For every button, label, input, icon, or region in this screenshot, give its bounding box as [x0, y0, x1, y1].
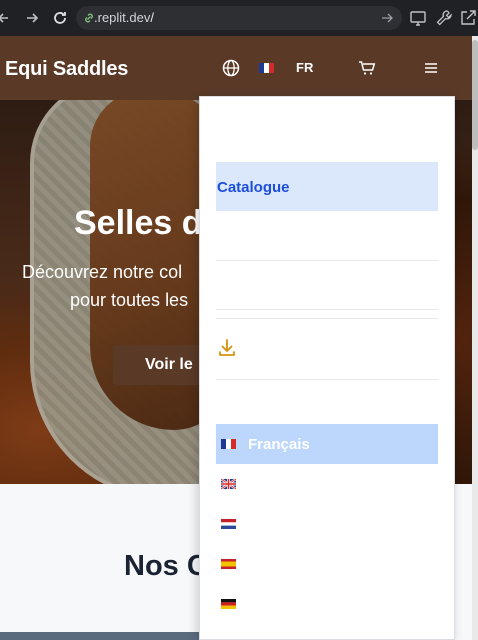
menu-divider	[216, 260, 438, 261]
hero-cta-label: Voir le	[145, 356, 193, 373]
hero-title: Selles d	[74, 204, 203, 242]
forward-icon[interactable]	[22, 8, 42, 28]
hero-subtitle-line1: Découvrez notre col	[22, 262, 183, 282]
wrench-icon[interactable]	[434, 8, 454, 28]
menu-item-catalogue[interactable]: Catalogue	[216, 162, 438, 211]
url-path: /	[150, 10, 154, 25]
flag-de-icon	[221, 599, 236, 609]
back-icon[interactable]	[0, 8, 14, 28]
menu-divider	[216, 379, 438, 380]
brand-logo[interactable]: Equi Saddles	[5, 58, 128, 81]
address-bar[interactable]: .replit.dev/	[76, 6, 402, 30]
section-title: Nos C	[124, 550, 208, 582]
site-header: Equi Saddles FR	[0, 36, 472, 100]
url-domain: .replit.dev	[94, 10, 151, 25]
menu-divider	[216, 318, 438, 319]
cast-icon[interactable]	[408, 8, 428, 28]
language-option-label: Français	[248, 436, 310, 453]
go-arrow-icon[interactable]	[380, 9, 394, 30]
hamburger-icon[interactable]	[421, 58, 441, 78]
reload-icon[interactable]	[50, 8, 70, 28]
page-scrollbar[interactable]	[472, 36, 478, 640]
language-option-fr[interactable]: Français	[216, 424, 438, 464]
language-code[interactable]: FR	[296, 60, 313, 75]
cart-icon[interactable]	[357, 58, 377, 78]
language-option-gb[interactable]	[216, 464, 438, 504]
download-icon[interactable]	[216, 337, 238, 359]
language-option-es[interactable]	[216, 544, 438, 584]
scrollbar-thumb[interactable]	[472, 40, 478, 150]
flag-fr-icon[interactable]	[259, 63, 274, 73]
url-text: .replit.dev/	[94, 10, 154, 25]
flag-gb-icon	[221, 479, 236, 489]
language-option-de[interactable]	[216, 584, 438, 624]
menu-item-catalogue-label: Catalogue	[217, 179, 290, 196]
nav-dropdown-menu: Catalogue Français	[199, 96, 455, 640]
external-link-icon[interactable]	[458, 8, 478, 28]
flag-nl-icon	[221, 519, 236, 529]
hero-subtitle-line2: pour toutes les	[70, 290, 189, 310]
flag-fr-icon	[221, 439, 236, 449]
browser-toolbar: .replit.dev/	[0, 0, 478, 36]
globe-icon[interactable]	[221, 58, 241, 78]
section-image-strip	[0, 632, 200, 640]
menu-divider	[216, 309, 438, 310]
language-option-nl[interactable]	[216, 504, 438, 544]
flag-es-icon	[221, 559, 236, 569]
